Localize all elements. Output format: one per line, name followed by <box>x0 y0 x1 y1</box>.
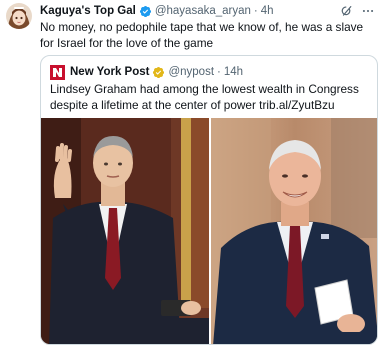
photo-left[interactable] <box>41 118 209 344</box>
quoted-tweet-header: New York Post @nypost · 14h <box>50 64 243 80</box>
grok-icon[interactable] <box>340 4 354 18</box>
quoted-tweet-text: Lindsey Graham had among the lowest weal… <box>50 82 359 112</box>
quoted-tweet-media <box>41 118 377 344</box>
tweet-text: No money, no pedophile tape that we know… <box>40 20 364 50</box>
quoted-author-name[interactable]: New York Post <box>70 66 149 78</box>
avatar-image <box>6 3 32 29</box>
author-name[interactable]: Kaguya's Top Gal <box>40 5 136 17</box>
tweet-timestamp[interactable]: 4h <box>261 5 274 17</box>
photo-icon <box>211 118 377 344</box>
nypost-avatar[interactable] <box>50 64 65 80</box>
separator-dot: · <box>253 5 258 17</box>
quoted-tweet-timestamp[interactable]: 14h <box>224 66 243 78</box>
quoted-author-handle[interactable]: @nypost <box>168 66 214 78</box>
verified-org-badge-icon <box>153 66 165 78</box>
avatar[interactable] <box>6 3 32 29</box>
verified-badge-icon <box>139 5 151 17</box>
tweet-header: Kaguya's Top Gal @hayasaka_aryan · 4h <box>40 4 274 18</box>
quoted-tweet[interactable]: New York Post @nypost · 14h Lindsey Grah… <box>40 55 378 345</box>
nypost-logo-icon <box>50 64 65 80</box>
photo-right[interactable] <box>211 118 377 344</box>
photo-icon <box>41 118 209 344</box>
separator-dot: · <box>217 66 221 78</box>
more-options-icon[interactable] <box>360 4 376 18</box>
author-handle[interactable]: @hayasaka_aryan <box>155 5 251 17</box>
tweet[interactable]: Kaguya's Top Gal @hayasaka_aryan · 4h No… <box>0 0 384 348</box>
